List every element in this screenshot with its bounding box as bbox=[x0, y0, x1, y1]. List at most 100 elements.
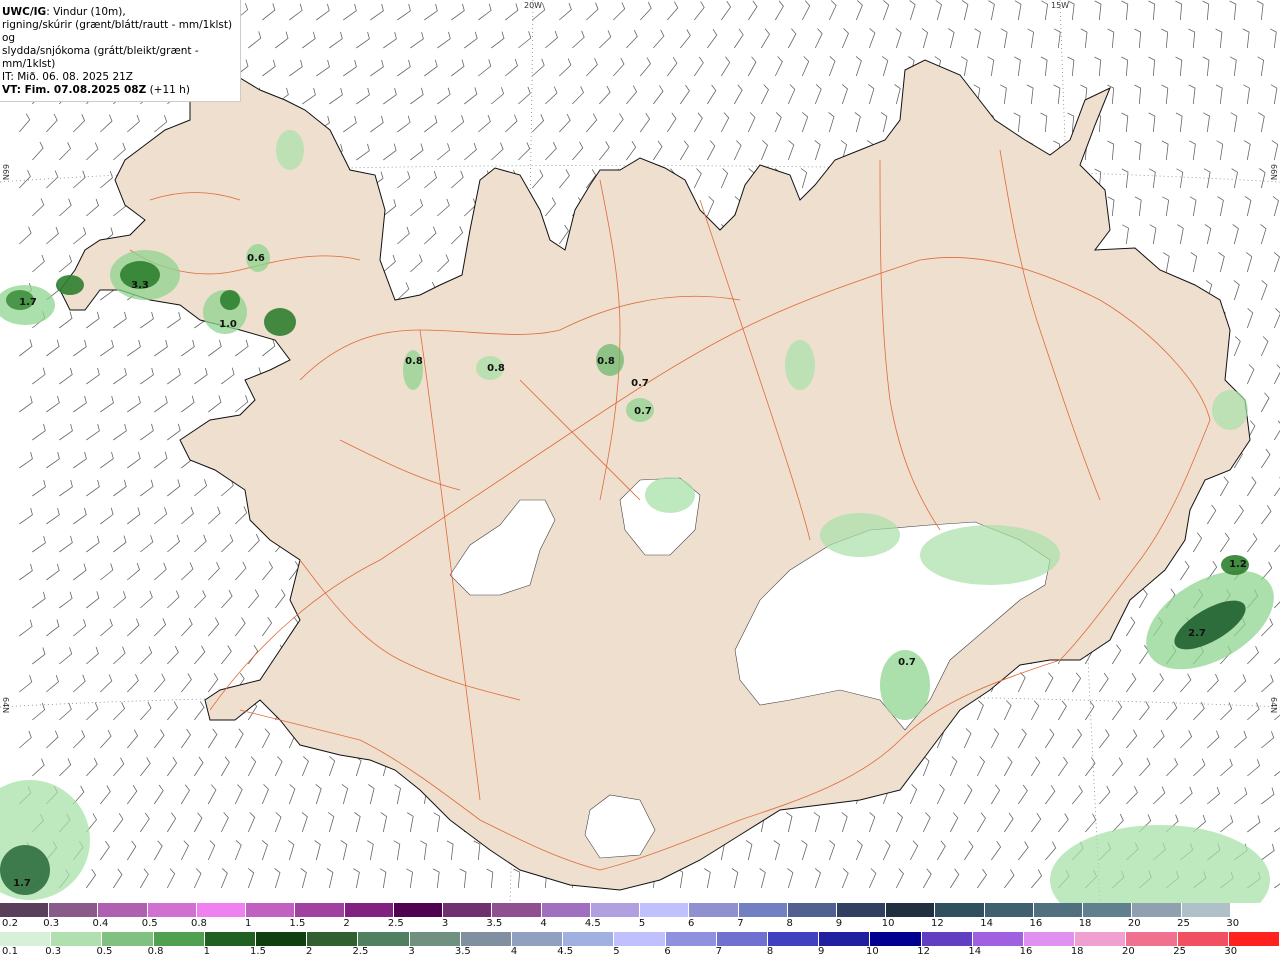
legend-swatch bbox=[1177, 932, 1229, 946]
legend-swatch bbox=[1075, 932, 1127, 946]
precip-label: 0.7 bbox=[634, 406, 652, 417]
legend-swatch bbox=[1132, 903, 1182, 917]
legend-tick-label: 0.2 bbox=[2, 918, 18, 929]
legend-swatch bbox=[921, 932, 973, 946]
precip-label: 0.8 bbox=[597, 356, 615, 367]
legend-swatch bbox=[870, 932, 922, 946]
legend-swatch bbox=[935, 903, 985, 917]
snow-scale-labels: 0.2 0.3 0.4 0.5 0.8 1 1.5 2 2.5 3 3.5 4 4.5 5 6 7 8 9 10 12… bbox=[0, 918, 1280, 932]
precip-label: 0.6 bbox=[247, 253, 265, 264]
legend-swatch bbox=[787, 903, 837, 917]
legend-tick-label: 20 bbox=[1127, 918, 1141, 929]
legend-swatch bbox=[358, 932, 410, 946]
legend-tick-label: 8 bbox=[766, 946, 774, 957]
legend-tick-label: 4 bbox=[540, 918, 547, 929]
initial-time: IT: Mið. 06. 08. 2025 21Z bbox=[2, 71, 133, 83]
rain-scale-labels: 0.1 0.3 0.5 0.8 1 1.5 2 2.5 3 3.5 4 4.5 5 6 7 8 9 10 12 14 1… bbox=[0, 946, 1280, 960]
legend-tick-label: 7 bbox=[715, 946, 722, 957]
weather-map: 1.7 3.3 0.6 1.0 0.8 0.8 0.8 0.7 0.7 1.2 … bbox=[0, 0, 1280, 903]
header-line1: : Vindur (10m), bbox=[46, 6, 126, 18]
legend-swatch bbox=[246, 903, 296, 917]
legend-tick-label: 12 bbox=[931, 918, 944, 929]
legend-swatch bbox=[393, 903, 444, 917]
header-line2: rigning/skúrir (grænt/blátt/rautt - mm/1… bbox=[2, 19, 233, 44]
lon-label-15w: 15W bbox=[1051, 1, 1070, 10]
legend-swatch bbox=[147, 903, 197, 917]
legend-tick-label: 20 bbox=[1122, 946, 1135, 957]
legend-tick-label: 10 bbox=[881, 918, 895, 929]
legend-swatch bbox=[1181, 903, 1231, 917]
legend-tick-label: 18 bbox=[1070, 946, 1084, 957]
legend-tick-label: 5 bbox=[613, 946, 620, 957]
legend-tick-label: 2 bbox=[343, 918, 350, 929]
rain-color-scale bbox=[0, 932, 1280, 946]
legend-swatch bbox=[409, 932, 461, 946]
legend-tick-label: 9 bbox=[818, 946, 825, 957]
legend-swatch bbox=[460, 932, 513, 946]
legend-swatch bbox=[196, 903, 247, 917]
legend-swatch bbox=[98, 903, 148, 917]
legend-swatch bbox=[972, 932, 1025, 946]
legend-swatch bbox=[1126, 932, 1178, 946]
model-name: UWC/IG bbox=[2, 6, 47, 18]
legend-swatch bbox=[49, 903, 99, 917]
legend-swatch bbox=[1228, 932, 1280, 946]
legend-swatch bbox=[563, 932, 615, 946]
lon-label-20w: 20W bbox=[524, 1, 543, 10]
legend-tick-label: 30 bbox=[1224, 946, 1238, 957]
legend-swatch bbox=[153, 932, 205, 946]
forecast-info-box: UWC/IG: Vindur (10m), rigning/skúrir (gr… bbox=[0, 0, 241, 102]
legend-tick-label: 0.5 bbox=[96, 946, 113, 957]
legend-tick-label: 25 bbox=[1173, 946, 1186, 957]
legend-tick-label: 14 bbox=[980, 918, 993, 929]
legend-swatch bbox=[836, 903, 887, 917]
legend-tick-label: 0.5 bbox=[141, 918, 158, 929]
legend-tick-label: 1.5 bbox=[289, 918, 306, 929]
legend-tick-label: 2 bbox=[306, 946, 313, 957]
legend-tick-label: 0.8 bbox=[190, 918, 207, 929]
legend-tick-label: 16 bbox=[1019, 946, 1033, 957]
legend-tick-label: 6 bbox=[664, 946, 671, 957]
legend-tick-label: 25 bbox=[1177, 918, 1190, 929]
legend-tick-label: 9 bbox=[835, 918, 843, 929]
legend-tick-label: 4 bbox=[510, 946, 518, 957]
header-line3: slydda/snjókoma (grátt/bleikt/grænt - mm… bbox=[2, 45, 199, 70]
legend-swatch bbox=[819, 932, 871, 946]
legend-tick-label: 0.1 bbox=[2, 946, 18, 957]
legend-tick-label: 3.5 bbox=[486, 918, 503, 929]
precip-label: 0.8 bbox=[487, 363, 505, 374]
legend-swatch bbox=[665, 932, 717, 946]
legend-tick-label: 1.5 bbox=[250, 946, 266, 957]
legend-tick-label: 1 bbox=[203, 946, 210, 957]
legend-tick-label: 16 bbox=[1029, 918, 1043, 929]
legend-tick-label: 18 bbox=[1078, 918, 1092, 929]
precip-label: 1.2 bbox=[1229, 559, 1247, 570]
legend-swatch bbox=[984, 903, 1034, 917]
legend-tick-label: 0.4 bbox=[92, 918, 109, 929]
legend-tick-label: 3 bbox=[408, 946, 415, 957]
legend-tick-label: 12 bbox=[917, 946, 930, 957]
legend-tick-label: 0.3 bbox=[43, 918, 60, 929]
legend-swatch bbox=[0, 932, 52, 946]
legend-swatch bbox=[344, 903, 394, 917]
valid-time: VT: Fim. 07.08.2025 08Z bbox=[2, 84, 147, 96]
legend-tick-label: 1 bbox=[244, 918, 252, 929]
precip-label: 2.7 bbox=[1188, 628, 1206, 639]
legend-swatch bbox=[590, 903, 641, 917]
legend-swatch bbox=[512, 932, 564, 946]
lat-label-66n-right: 66N bbox=[1269, 164, 1278, 181]
legend-swatch bbox=[1033, 903, 1084, 917]
legend-swatch bbox=[738, 903, 788, 917]
legend-swatch bbox=[102, 932, 154, 946]
legend-swatch bbox=[886, 903, 936, 917]
precip-label: 0.8 bbox=[405, 356, 423, 367]
legend-swatch bbox=[492, 903, 542, 917]
legend-tick-label: 14 bbox=[968, 946, 982, 957]
legend-tick-label: 2.5 bbox=[387, 918, 404, 929]
legend-swatch bbox=[1024, 932, 1076, 946]
legend-tick-label: 0.3 bbox=[45, 946, 62, 957]
legend-tick-label: 5 bbox=[638, 918, 646, 929]
legend-swatch bbox=[204, 932, 257, 946]
legend-tick-label: 3.5 bbox=[454, 946, 471, 957]
legend-swatch bbox=[443, 903, 493, 917]
